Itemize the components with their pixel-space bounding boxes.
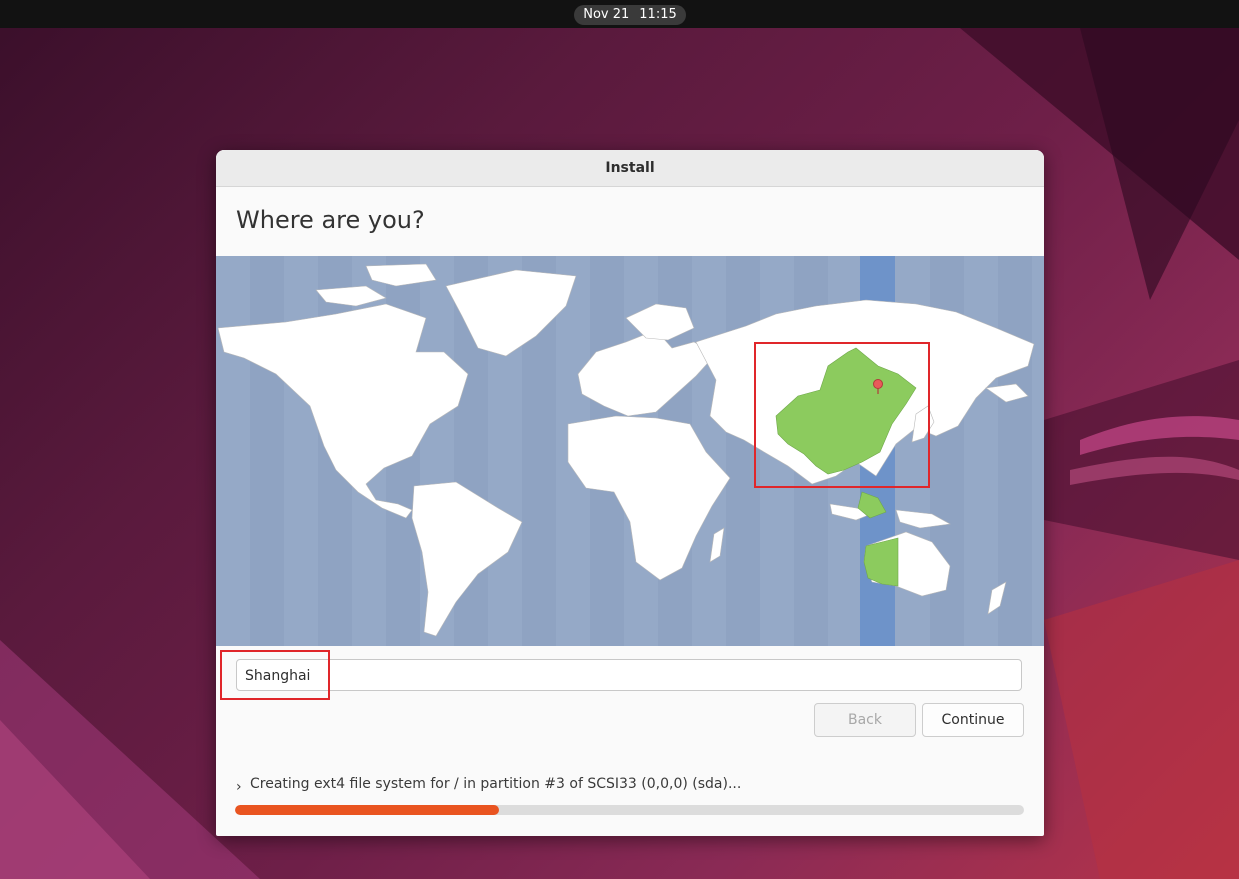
window-title: Install xyxy=(216,150,1044,187)
continue-button[interactable]: Continue xyxy=(922,703,1024,737)
top-bar: Nov 21 11:15 xyxy=(0,0,1239,28)
install-progress-fill xyxy=(235,805,500,815)
progress-status-text: Creating ext4 file system for / in parti… xyxy=(250,776,742,792)
progress-status: › Creating ext4 file system for / in part… xyxy=(236,776,742,795)
install-progress-bar xyxy=(235,805,1024,815)
back-button[interactable]: Back xyxy=(814,703,916,737)
page-title: Where are you? xyxy=(236,206,425,234)
clock-date: Nov 21 xyxy=(583,7,630,22)
clock-time: 11:15 xyxy=(639,7,677,22)
clock[interactable]: Nov 21 11:15 xyxy=(574,5,686,25)
chevron-right-icon[interactable]: › xyxy=(236,779,250,795)
timezone-map[interactable] xyxy=(216,256,1044,646)
installer-window: Install Where are you? Shanghai Back Con… xyxy=(216,150,1044,836)
timezone-input[interactable]: Shanghai xyxy=(236,659,1022,691)
